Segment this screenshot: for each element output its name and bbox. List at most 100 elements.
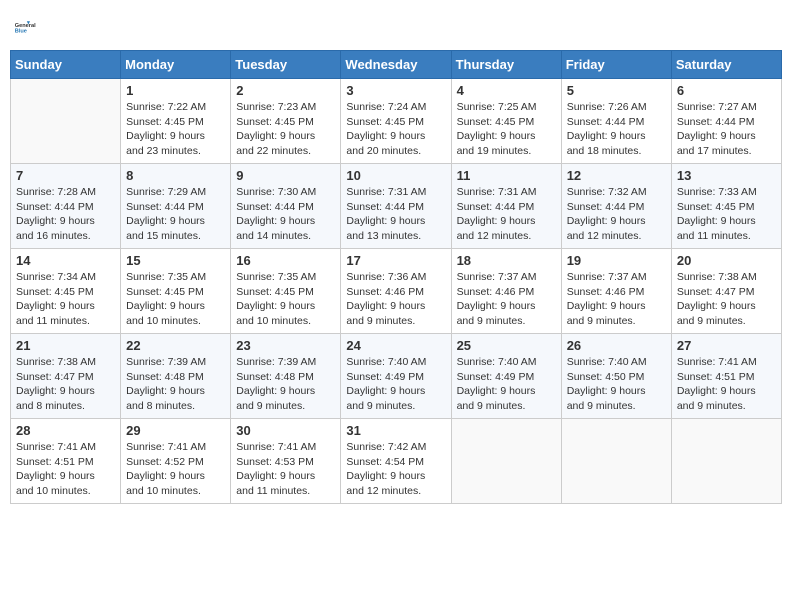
calendar-cell: 12Sunrise: 7:32 AMSunset: 4:44 PMDayligh… (561, 164, 671, 249)
day-number: 27 (677, 338, 776, 353)
day-info: Sunrise: 7:27 AMSunset: 4:44 PMDaylight:… (677, 100, 776, 159)
day-info: Sunrise: 7:23 AMSunset: 4:45 PMDaylight:… (236, 100, 335, 159)
header-sunday: Sunday (11, 51, 121, 79)
day-number: 15 (126, 253, 225, 268)
day-number: 28 (16, 423, 115, 438)
page-header: General Blue (10, 10, 782, 42)
day-number: 12 (567, 168, 666, 183)
calendar-cell: 22 Sunrise: 7:39 AMSunset: 4:48 PMDayligh… (121, 334, 231, 419)
calendar-cell (561, 419, 671, 504)
calendar-cell: 1 Sunrise: 7:22 AMSunset: 4:45 PMDaylight… (121, 79, 231, 164)
day-info: Sunrise: 7:22 AMSunset: 4:45 PMDaylight:… (126, 100, 225, 159)
day-number: 22 (126, 338, 225, 353)
calendar-week-1: 1 Sunrise: 7:22 AMSunset: 4:45 PMDaylight… (11, 79, 782, 164)
calendar-cell: 21 Sunrise: 7:38 AMSunset: 4:47 PMDayligh… (11, 334, 121, 419)
calendar-table: SundayMondayTuesdayWednesdayThursdayFrid… (10, 50, 782, 504)
day-info: Sunrise: 7:38 AMSunset: 4:47 PMDaylight:… (16, 355, 115, 414)
calendar-cell: 2 Sunrise: 7:23 AMSunset: 4:45 PMDaylight… (231, 79, 341, 164)
day-info: Sunrise: 7:40 AMSunset: 4:49 PMDaylight:… (457, 355, 556, 414)
calendar-cell: 4 Sunrise: 7:25 AMSunset: 4:45 PMDaylight… (451, 79, 561, 164)
day-info: Sunrise: 7:41 AMSunset: 4:53 PMDaylight:… (236, 440, 335, 499)
calendar-week-3: 14Sunrise: 7:34 AMSunset: 4:45 PMDayligh… (11, 249, 782, 334)
day-info: Sunrise: 7:40 AMSunset: 4:49 PMDaylight:… (346, 355, 445, 414)
calendar-cell: 24 Sunrise: 7:40 AMSunset: 4:49 PMDayligh… (341, 334, 451, 419)
calendar-cell: 18 Sunrise: 7:37 AMSunset: 4:46 PMDayligh… (451, 249, 561, 334)
calendar-cell: 7 Sunrise: 7:28 AMSunset: 4:44 PMDaylight… (11, 164, 121, 249)
calendar-week-4: 21 Sunrise: 7:38 AMSunset: 4:47 PMDayligh… (11, 334, 782, 419)
logo: General Blue (14, 10, 46, 42)
svg-text:General: General (15, 23, 36, 29)
calendar-cell: 17 Sunrise: 7:36 AMSunset: 4:46 PMDayligh… (341, 249, 451, 334)
day-number: 23 (236, 338, 335, 353)
day-info: Sunrise: 7:25 AMSunset: 4:45 PMDaylight:… (457, 100, 556, 159)
day-number: 13 (677, 168, 776, 183)
calendar-week-2: 7 Sunrise: 7:28 AMSunset: 4:44 PMDaylight… (11, 164, 782, 249)
calendar-cell: 6 Sunrise: 7:27 AMSunset: 4:44 PMDaylight… (671, 79, 781, 164)
calendar-cell: 19 Sunrise: 7:37 AMSunset: 4:46 PMDayligh… (561, 249, 671, 334)
day-number: 16 (236, 253, 335, 268)
day-number: 11 (457, 168, 556, 183)
day-number: 31 (346, 423, 445, 438)
day-info: Sunrise: 7:30 AMSunset: 4:44 PMDaylight:… (236, 185, 335, 244)
day-info: Sunrise: 7:35 AMSunset: 4:45 PMDaylight:… (126, 270, 225, 329)
day-info: Sunrise: 7:39 AMSunset: 4:48 PMDaylight:… (126, 355, 225, 414)
calendar-week-5: 28 Sunrise: 7:41 AMSunset: 4:51 PMDayligh… (11, 419, 782, 504)
day-number: 18 (457, 253, 556, 268)
day-number: 29 (126, 423, 225, 438)
day-info: Sunrise: 7:41 AMSunset: 4:51 PMDaylight:… (16, 440, 115, 499)
header-thursday: Thursday (451, 51, 561, 79)
day-number: 4 (457, 83, 556, 98)
calendar-cell (11, 79, 121, 164)
calendar-cell: 15 Sunrise: 7:35 AMSunset: 4:45 PMDayligh… (121, 249, 231, 334)
day-number: 7 (16, 168, 115, 183)
header-friday: Friday (561, 51, 671, 79)
calendar-cell: 11 Sunrise: 7:31 AMSunset: 4:44 PMDayligh… (451, 164, 561, 249)
calendar-cell: 20 Sunrise: 7:38 AMSunset: 4:47 PMDayligh… (671, 249, 781, 334)
calendar-cell: 5Sunrise: 7:26 AMSunset: 4:44 PMDaylight… (561, 79, 671, 164)
calendar-header-row: SundayMondayTuesdayWednesdayThursdayFrid… (11, 51, 782, 79)
day-number: 17 (346, 253, 445, 268)
day-info: Sunrise: 7:37 AMSunset: 4:46 PMDaylight:… (567, 270, 666, 329)
svg-text:Blue: Blue (15, 28, 27, 34)
day-number: 26 (567, 338, 666, 353)
day-number: 2 (236, 83, 335, 98)
day-info: Sunrise: 7:41 AMSunset: 4:51 PMDaylight:… (677, 355, 776, 414)
calendar-cell: 25Sunrise: 7:40 AMSunset: 4:49 PMDayligh… (451, 334, 561, 419)
calendar-cell: 8Sunrise: 7:29 AMSunset: 4:44 PMDaylight… (121, 164, 231, 249)
calendar-cell: 30 Sunrise: 7:41 AMSunset: 4:53 PMDayligh… (231, 419, 341, 504)
day-number: 1 (126, 83, 225, 98)
header-monday: Monday (121, 51, 231, 79)
day-number: 30 (236, 423, 335, 438)
calendar-cell: 31 Sunrise: 7:42 AMSunset: 4:54 PMDayligh… (341, 419, 451, 504)
day-info: Sunrise: 7:35 AMSunset: 4:45 PMDaylight:… (236, 270, 335, 329)
day-number: 21 (16, 338, 115, 353)
day-info: Sunrise: 7:31 AMSunset: 4:44 PMDaylight:… (457, 185, 556, 244)
calendar-cell: 28 Sunrise: 7:41 AMSunset: 4:51 PMDayligh… (11, 419, 121, 504)
day-number: 24 (346, 338, 445, 353)
day-info: Sunrise: 7:37 AMSunset: 4:46 PMDaylight:… (457, 270, 556, 329)
day-info: Sunrise: 7:33 AMSunset: 4:45 PMDaylight:… (677, 185, 776, 244)
day-number: 8 (126, 168, 225, 183)
day-info: Sunrise: 7:38 AMSunset: 4:47 PMDaylight:… (677, 270, 776, 329)
day-number: 9 (236, 168, 335, 183)
calendar-cell: 13 Sunrise: 7:33 AMSunset: 4:45 PMDayligh… (671, 164, 781, 249)
calendar-cell (451, 419, 561, 504)
calendar-cell: 27 Sunrise: 7:41 AMSunset: 4:51 PMDayligh… (671, 334, 781, 419)
calendar-cell: 23Sunrise: 7:39 AMSunset: 4:48 PMDayligh… (231, 334, 341, 419)
day-number: 19 (567, 253, 666, 268)
calendar-cell: 9 Sunrise: 7:30 AMSunset: 4:44 PMDaylight… (231, 164, 341, 249)
day-number: 20 (677, 253, 776, 268)
day-info: Sunrise: 7:36 AMSunset: 4:46 PMDaylight:… (346, 270, 445, 329)
calendar-cell: 29 Sunrise: 7:41 AMSunset: 4:52 PMDayligh… (121, 419, 231, 504)
day-info: Sunrise: 7:41 AMSunset: 4:52 PMDaylight:… (126, 440, 225, 499)
day-number: 3 (346, 83, 445, 98)
day-number: 6 (677, 83, 776, 98)
header-wednesday: Wednesday (341, 51, 451, 79)
calendar-cell: 16 Sunrise: 7:35 AMSunset: 4:45 PMDayligh… (231, 249, 341, 334)
day-info: Sunrise: 7:42 AMSunset: 4:54 PMDaylight:… (346, 440, 445, 499)
logo-icon: General Blue (14, 10, 46, 42)
calendar-cell: 14Sunrise: 7:34 AMSunset: 4:45 PMDayligh… (11, 249, 121, 334)
day-info: Sunrise: 7:31 AMSunset: 4:44 PMDaylight:… (346, 185, 445, 244)
day-info: Sunrise: 7:28 AMSunset: 4:44 PMDaylight:… (16, 185, 115, 244)
day-info: Sunrise: 7:40 AMSunset: 4:50 PMDaylight:… (567, 355, 666, 414)
